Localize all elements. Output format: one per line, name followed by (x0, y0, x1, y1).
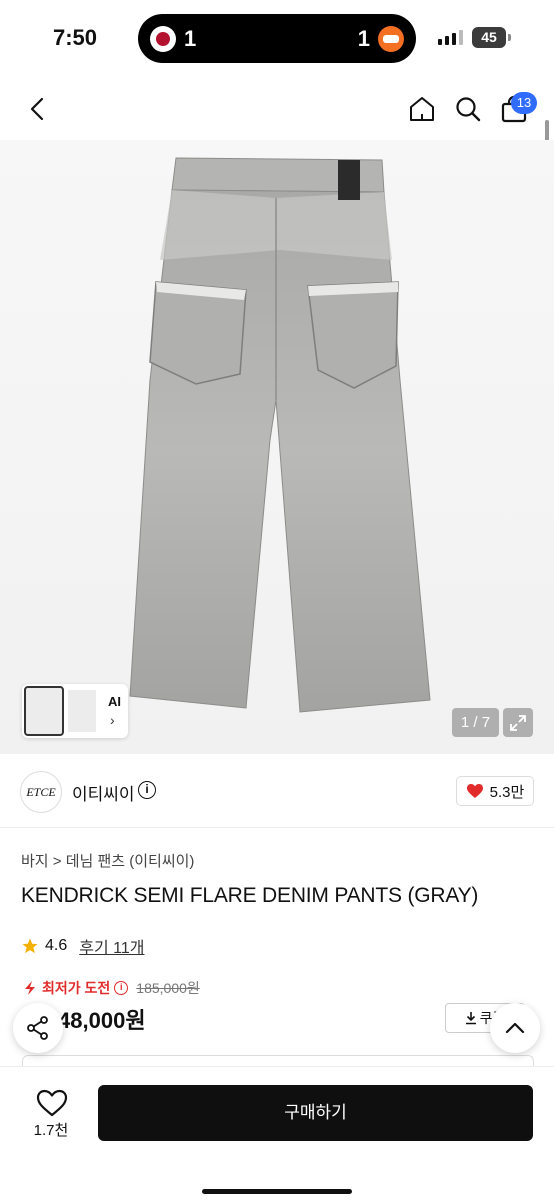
download-icon (465, 1012, 476, 1025)
home-button[interactable] (405, 92, 439, 126)
info-icon[interactable]: i (138, 781, 156, 799)
expand-icon (510, 714, 526, 731)
signal-icon (438, 30, 463, 45)
chevron-right-icon: › (110, 712, 115, 728)
product-title: KENDRICK SEMI FLARE DENIM PANTS (GRAY) (21, 884, 479, 907)
team-logo-icon (378, 26, 404, 52)
bottom-action-bar: 1.7천 구매하기 (0, 1066, 554, 1200)
heart-icon (466, 784, 483, 798)
top-nav (0, 78, 554, 140)
score-right: 1 (357, 26, 370, 51)
cart-count-badge: 13 (511, 92, 537, 114)
seller-name[interactable]: 이티씨이 (72, 780, 135, 805)
scroll-top-button[interactable] (490, 1003, 540, 1053)
product-image[interactable] (0, 140, 554, 754)
lowest-price-challenge[interactable]: 최저가 도전 i 185,000원 (22, 978, 200, 998)
buy-button[interactable]: 구매하기 (98, 1085, 533, 1141)
back-icon (30, 97, 44, 121)
score-left: 1 (184, 26, 197, 51)
dynamic-island[interactable]: 1 1 (138, 14, 416, 63)
image-counter: 1 / 7 (452, 708, 499, 737)
thumbnail-image[interactable] (68, 690, 96, 732)
jeans-image (129, 157, 431, 713)
home-icon (410, 97, 434, 121)
lightning-icon (25, 981, 35, 995)
team-logo-icon (150, 26, 176, 52)
search-icon (456, 97, 481, 122)
ai-thumbnail-strip[interactable]: AI › (22, 684, 128, 738)
seller-logo[interactable]: ETCE (20, 771, 62, 813)
home-indicator[interactable] (202, 1189, 352, 1194)
challenge-label: 최저가 도전 (42, 980, 111, 996)
heart-icon[interactable] (36, 1089, 68, 1117)
star-icon (22, 938, 38, 954)
review-link[interactable]: 후기 11개 (79, 934, 144, 958)
ai-label: AI (108, 694, 121, 709)
status-bar: 7:50 1 1 45 (0, 0, 554, 78)
original-price: 185,000원 (136, 980, 200, 996)
thumbnail-image[interactable] (24, 686, 64, 736)
chevron-up-icon (505, 1022, 525, 1034)
search-button[interactable] (451, 92, 485, 126)
info-icon[interactable]: i (114, 981, 129, 995)
rating-value: 4.6 (45, 937, 68, 954)
brand-like-count: 5.3만 (489, 783, 525, 801)
breadcrumb[interactable]: 바지 > 데님 팬츠 (이티씨이) (21, 850, 194, 871)
battery-icon: 45 (472, 27, 511, 48)
like-count: 1.7천 (33, 1122, 69, 1139)
share-icon (27, 1016, 48, 1040)
expand-button[interactable] (503, 708, 533, 737)
share-button[interactable] (13, 1003, 63, 1053)
status-time: 7:50 (53, 25, 98, 50)
back-button[interactable] (20, 92, 54, 126)
brand-like-button[interactable]: 5.3만 (456, 776, 534, 806)
rating-row: 4.6 후기 11개 (21, 934, 144, 958)
